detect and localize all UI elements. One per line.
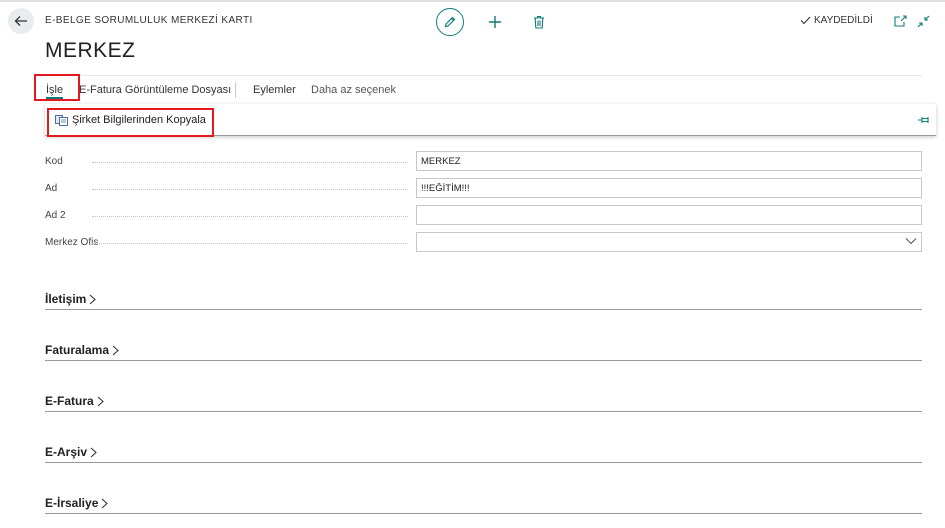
field-leader-ad2 xyxy=(92,216,408,217)
section-earsiv[interactable]: E-Arşiv xyxy=(45,443,922,463)
field-label-kod: Kod xyxy=(45,156,63,167)
section-eirsaliye[interactable]: E-İrsaliye xyxy=(45,494,922,514)
efatura-file-action[interactable]: E-Fatura Görüntüleme Dosyası xyxy=(79,84,231,96)
back-button[interactable] xyxy=(8,8,34,34)
actionbar-divider xyxy=(45,75,922,76)
page-title: MERKEZ xyxy=(45,39,136,62)
section-header: E-İrsaliye xyxy=(45,496,109,510)
section-iletisim[interactable]: İletişim xyxy=(45,290,922,310)
section-header: E-Fatura xyxy=(45,394,104,408)
new-button[interactable] xyxy=(486,13,504,31)
highlight-box-process xyxy=(34,74,80,101)
collapse-icon xyxy=(917,15,929,27)
chevron-right-icon xyxy=(97,396,104,406)
section-title: İletişim xyxy=(45,292,87,306)
section-title: E-Fatura xyxy=(45,394,94,408)
field-label-ad2: Ad 2 xyxy=(45,210,66,221)
merkez-ofis-select[interactable] xyxy=(416,232,922,252)
ad2-input[interactable] xyxy=(416,205,922,225)
section-header: İletişim xyxy=(45,292,97,306)
field-label-merkez-ofis: Merkez Ofis xyxy=(45,237,99,248)
save-status-label: KAYDEDİLDİ xyxy=(814,15,873,26)
top-rule xyxy=(0,0,945,2)
field-leader-merkez-ofis xyxy=(92,243,408,244)
edit-button[interactable] xyxy=(436,8,464,36)
breadcrumb: E-BELGE SORUMLULUK MERKEZİ KARTI xyxy=(45,15,253,26)
chevron-right-icon xyxy=(89,294,97,304)
highlight-box-copy-item xyxy=(47,108,214,137)
section-efatura[interactable]: E-Fatura xyxy=(45,392,922,412)
open-new-window-button[interactable] xyxy=(893,14,907,28)
section-title: E-Arşiv xyxy=(45,445,88,459)
actionbar-separator xyxy=(235,82,236,98)
section-header: E-Arşiv xyxy=(45,445,97,459)
checkmark-icon xyxy=(800,16,811,25)
pencil-icon xyxy=(444,16,456,28)
back-arrow-icon xyxy=(14,16,27,26)
pin-icon xyxy=(918,117,929,123)
pin-button[interactable] xyxy=(916,114,932,126)
chevron-down-icon xyxy=(905,238,917,245)
actions-menu[interactable]: Eylemler xyxy=(253,84,296,96)
section-title: E-İrsaliye xyxy=(45,496,99,510)
open-new-window-icon xyxy=(893,15,907,27)
field-leader-ad xyxy=(92,189,408,190)
field-label-ad: Ad xyxy=(45,183,58,194)
chevron-right-icon xyxy=(102,498,109,508)
save-status: KAYDEDİLDİ xyxy=(800,15,873,26)
collapse-button[interactable] xyxy=(916,14,930,28)
ad-input[interactable] xyxy=(416,178,922,198)
plus-icon xyxy=(489,16,501,28)
section-faturalama[interactable]: Faturalama xyxy=(45,341,922,361)
section-title: Faturalama xyxy=(45,343,110,357)
chevron-right-icon xyxy=(90,447,97,457)
section-header: Faturalama xyxy=(45,343,119,357)
delete-button[interactable] xyxy=(531,13,547,31)
field-leader-kod xyxy=(92,162,408,163)
fewer-options-link[interactable]: Daha az seçenek xyxy=(311,84,396,96)
chevron-right-icon xyxy=(112,345,119,355)
trash-icon xyxy=(534,15,544,29)
kod-input[interactable] xyxy=(416,151,922,171)
